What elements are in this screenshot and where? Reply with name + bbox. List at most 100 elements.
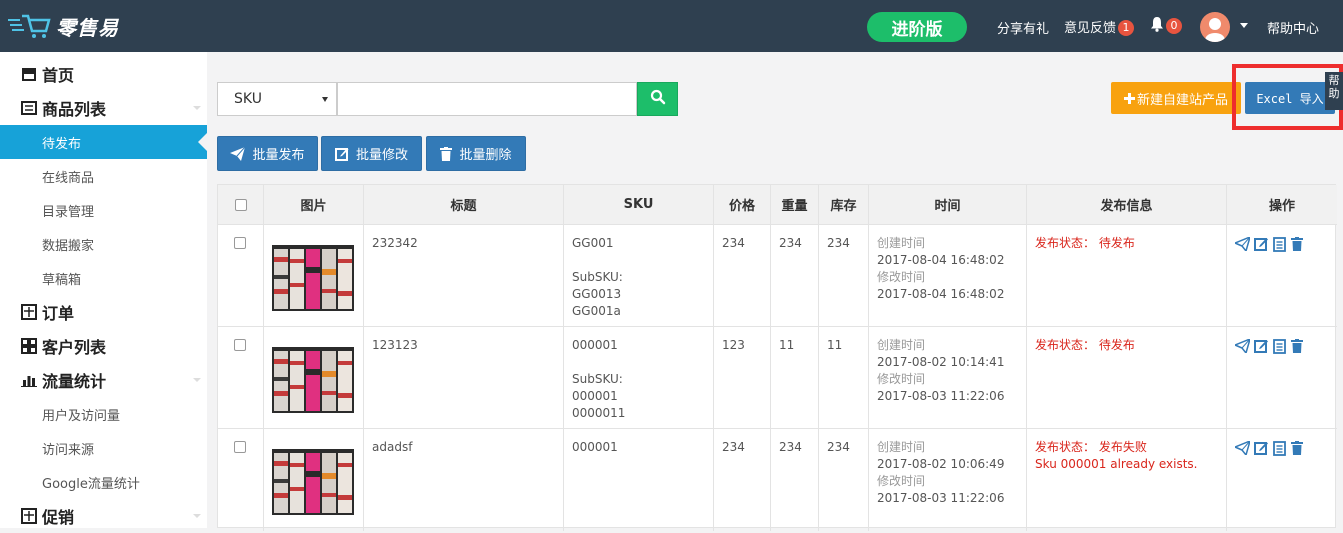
stock-cell: 234 bbox=[819, 429, 869, 531]
sidebar-item-google-analytics[interactable]: Google流量统计 bbox=[0, 465, 207, 499]
sidebar-item-pending[interactable]: 待发布 bbox=[0, 125, 207, 159]
sku-value: 000001 bbox=[572, 440, 618, 454]
created-label: 创建时间 bbox=[877, 338, 926, 352]
row-checkbox[interactable] bbox=[234, 339, 246, 351]
new-product-button[interactable]: 新建自建站产品 bbox=[1111, 82, 1241, 114]
feedback-label: 意见反馈 bbox=[1064, 21, 1117, 36]
main-content: SKU 新建自建站产品 Excel 导入 帮助 批量发布 批量修改 批量删除 图… bbox=[207, 52, 1343, 531]
created-time: 2017-08-04 16:48:02 bbox=[877, 253, 1005, 267]
sidebar-item-traffic[interactable]: 流量统计 bbox=[0, 363, 207, 397]
subsku-label: SubSKU: bbox=[572, 372, 623, 386]
edit-icon[interactable] bbox=[1254, 339, 1269, 354]
product-thumbnail[interactable] bbox=[272, 449, 354, 515]
edit-icon[interactable] bbox=[1254, 237, 1269, 252]
sku-value: 000001 bbox=[572, 338, 618, 352]
sidebar-item-online-products[interactable]: 在线商品 bbox=[0, 159, 207, 193]
sku-value: GG001 bbox=[572, 236, 614, 250]
share-link[interactable]: 分享有礼 bbox=[997, 18, 1049, 37]
modified-label: 修改时间 bbox=[877, 474, 926, 488]
bulk-publish-button[interactable]: 批量发布 bbox=[217, 136, 318, 171]
row-checkbox[interactable] bbox=[234, 441, 246, 453]
copy-icon[interactable] bbox=[1273, 339, 1287, 354]
help-center-link[interactable]: 帮助中心 bbox=[1267, 18, 1319, 37]
publish-paper-plane-icon[interactable] bbox=[1235, 339, 1250, 354]
created-time: 2017-08-02 10:06:49 bbox=[877, 457, 1005, 471]
sidebar-item-customers[interactable]: 客户列表 bbox=[0, 329, 207, 363]
column-header-sku: SKU bbox=[564, 185, 714, 225]
search-input[interactable] bbox=[337, 82, 637, 116]
modified-time: 2017-08-04 16:48:02 bbox=[877, 287, 1005, 301]
feedback-link[interactable]: 意见反馈 1 bbox=[1064, 17, 1135, 36]
weight-cell: 234 bbox=[771, 429, 819, 531]
sidebar-item-catalog[interactable]: 目录管理 bbox=[0, 193, 207, 227]
product-title-cell: adadsf bbox=[364, 429, 564, 531]
product-image-cell bbox=[264, 225, 364, 327]
edition-button[interactable]: 进阶版 bbox=[867, 12, 967, 42]
logo[interactable]: 零售易 bbox=[8, 10, 119, 42]
subsku-value: GG001a bbox=[572, 304, 621, 318]
select-arrow-icon bbox=[322, 97, 328, 102]
modified-time: 2017-08-03 11:22:06 bbox=[877, 491, 1005, 505]
actions-cell bbox=[1227, 327, 1337, 429]
created-label: 创建时间 bbox=[877, 440, 926, 454]
column-header-actions: 操作 bbox=[1227, 185, 1337, 225]
product-title-cell: 123123 bbox=[364, 327, 564, 429]
bulk-publish-label: 批量发布 bbox=[252, 148, 305, 163]
paper-plane-icon bbox=[230, 146, 246, 161]
help-side-tab[interactable]: 帮助 bbox=[1325, 72, 1343, 110]
publish-status-value: 待发布 bbox=[1098, 236, 1135, 250]
weight-cell: 11 bbox=[771, 327, 819, 429]
stock-cell: 234 bbox=[819, 225, 869, 327]
sidebar-item-label: 流量统计 bbox=[42, 372, 107, 391]
row-select-cell bbox=[218, 429, 264, 531]
edit-icon bbox=[334, 147, 349, 161]
bell-icon bbox=[1150, 16, 1164, 36]
weight-cell: 234 bbox=[771, 225, 819, 327]
sidebar-item-products[interactable]: 商品列表 bbox=[0, 91, 207, 125]
select-all-checkbox[interactable] bbox=[234, 198, 247, 211]
copy-icon[interactable] bbox=[1273, 237, 1287, 252]
column-header-price: 价格 bbox=[714, 185, 771, 225]
column-header-stock: 库存 bbox=[819, 185, 869, 225]
delete-trash-icon[interactable] bbox=[1291, 237, 1303, 252]
search-field-select[interactable]: SKU bbox=[217, 82, 337, 116]
product-thumbnail[interactable] bbox=[272, 245, 354, 311]
trash-icon bbox=[440, 146, 453, 161]
chevron-down-icon bbox=[193, 106, 201, 110]
notification-bell[interactable]: 0 bbox=[1150, 16, 1184, 36]
publish-paper-plane-icon[interactable] bbox=[1235, 441, 1250, 456]
sidebar-item-users-visits[interactable]: 用户及访问量 bbox=[0, 397, 207, 431]
bulk-edit-button[interactable]: 批量修改 bbox=[321, 136, 422, 171]
sidebar-item-drafts[interactable]: 草稿箱 bbox=[0, 261, 207, 295]
user-menu-chevron-down-icon[interactable] bbox=[1240, 23, 1248, 28]
new-product-label: 新建自建站产品 bbox=[1136, 92, 1228, 108]
product-thumbnail[interactable] bbox=[272, 347, 354, 413]
price-cell: 234 bbox=[714, 225, 771, 327]
edit-icon[interactable] bbox=[1254, 441, 1269, 456]
product-image-cell bbox=[264, 429, 364, 531]
search-button[interactable] bbox=[637, 82, 678, 116]
delete-trash-icon[interactable] bbox=[1291, 339, 1303, 354]
notification-count-badge: 0 bbox=[1166, 18, 1182, 34]
delete-trash-icon[interactable] bbox=[1291, 441, 1303, 456]
modified-label: 修改时间 bbox=[877, 270, 926, 284]
product-image-cell bbox=[264, 327, 364, 429]
sidebar-item-orders[interactable]: 订单 bbox=[0, 295, 207, 329]
publish-status-label: 发布状态： bbox=[1035, 338, 1096, 352]
publish-status-value: 发布失败 bbox=[1098, 440, 1147, 454]
sidebar-item-visit-sources[interactable]: 访问来源 bbox=[0, 431, 207, 465]
row-checkbox[interactable] bbox=[234, 237, 246, 249]
store-icon bbox=[20, 65, 38, 83]
actions-cell bbox=[1227, 225, 1337, 327]
sidebar-item-data-migration[interactable]: 数据搬家 bbox=[0, 227, 207, 261]
user-avatar[interactable] bbox=[1200, 12, 1230, 42]
publish-paper-plane-icon[interactable] bbox=[1235, 237, 1250, 252]
copy-icon[interactable] bbox=[1273, 441, 1287, 456]
table-row: 232342 GG001 SubSKU: GG0013 GG001a 234 2… bbox=[218, 225, 1337, 327]
customers-icon bbox=[20, 337, 38, 355]
publish-status-label: 发布状态： bbox=[1035, 440, 1096, 454]
bulk-delete-button[interactable]: 批量删除 bbox=[426, 136, 526, 171]
sidebar: 首页 商品列表 待发布 在线商品 目录管理 数据搬家 草稿箱 订单 客户列表 流… bbox=[0, 52, 207, 528]
sidebar-item-home[interactable]: 首页 bbox=[0, 57, 207, 91]
sidebar-item-label: 促销 bbox=[42, 508, 75, 527]
